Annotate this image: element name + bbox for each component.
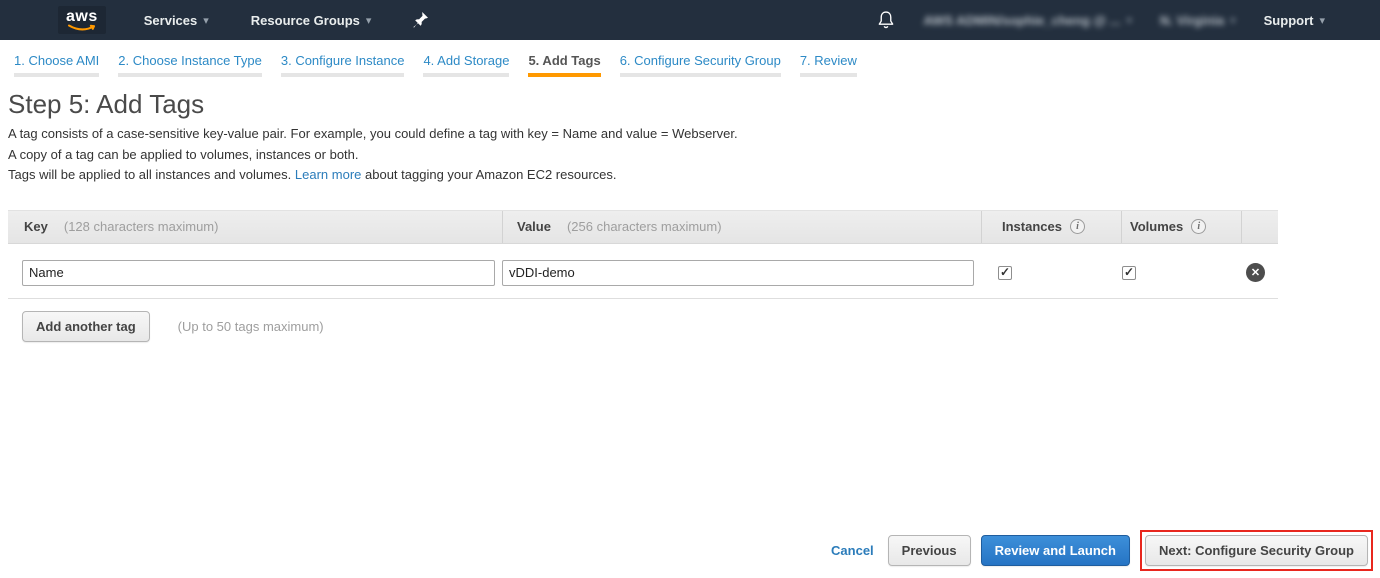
tab-review[interactable]: 7. Review [800, 53, 857, 77]
services-menu[interactable]: Services [144, 13, 209, 28]
tag-value-input[interactable] [502, 260, 974, 286]
volumes-cell [1114, 266, 1234, 280]
tab-add-storage[interactable]: 4. Add Storage [423, 53, 509, 77]
instances-column-label: Instances [1002, 219, 1062, 234]
next-configure-security-group-button[interactable]: Next: Configure Security Group [1145, 535, 1368, 566]
navbar-right: AWS ADMIN/sophie_cheng @ ... N. Virginia… [877, 10, 1325, 30]
aws-logo[interactable]: aws [58, 6, 106, 34]
header-instances-column: Instances [981, 211, 1121, 243]
bell-icon [877, 10, 895, 30]
cancel-link[interactable]: Cancel [831, 543, 874, 558]
support-menu-label: Support [1264, 13, 1314, 28]
aws-smile-icon [67, 24, 97, 32]
main-content: Step 5: Add Tags A tag consists of a cas… [0, 77, 1380, 342]
instances-cell [974, 266, 1114, 280]
region-menu-label: N. Virginia [1160, 13, 1224, 28]
wizard-footer: Cancel Previous Review and Launch Next: … [831, 530, 1373, 571]
support-menu[interactable]: Support [1264, 13, 1325, 28]
pin-shortcut-button[interactable] [413, 12, 428, 28]
header-key-column: Key (128 characters maximum) [8, 211, 502, 243]
account-menu[interactable]: AWS ADMIN/sophie_cheng @ ... [923, 13, 1132, 28]
tab-configure-security-group[interactable]: 6. Configure Security Group [620, 53, 781, 77]
review-and-launch-button[interactable]: Review and Launch [981, 535, 1130, 566]
services-menu-label: Services [144, 13, 198, 28]
pushpin-icon [413, 12, 428, 28]
volumes-checkbox[interactable] [1122, 266, 1136, 280]
tab-choose-instance-type[interactable]: 2. Choose Instance Type [118, 53, 262, 77]
description-line-3-suffix: about tagging your Amazon EC2 resources. [365, 167, 616, 182]
tag-row [8, 244, 1278, 299]
add-another-tag-button[interactable]: Add another tag [22, 311, 150, 342]
key-column-label: Key [24, 219, 48, 234]
resource-groups-menu-label: Resource Groups [251, 13, 360, 28]
header-value-column: Value (256 characters maximum) [502, 211, 981, 243]
learn-more-link[interactable]: Learn more [295, 167, 361, 182]
previous-button[interactable]: Previous [888, 535, 971, 566]
aws-logo-text: aws [66, 10, 98, 24]
wizard-step-tabs: 1. Choose AMI 2. Choose Instance Type 3.… [0, 40, 1380, 77]
tags-table: Key (128 characters maximum) Value (256 … [8, 210, 1278, 299]
header-action-column [1241, 211, 1278, 243]
resource-groups-menu[interactable]: Resource Groups [251, 13, 372, 28]
volumes-info-icon[interactable] [1191, 219, 1206, 234]
value-column-label: Value [517, 219, 551, 234]
tab-choose-ami[interactable]: 1. Choose AMI [14, 53, 99, 77]
notifications-button[interactable] [877, 10, 895, 30]
description-line-3-prefix: Tags will be applied to all instances an… [8, 167, 291, 182]
tab-add-tags[interactable]: 5. Add Tags [528, 53, 600, 77]
page-title: Step 5: Add Tags [8, 89, 1380, 119]
instances-checkbox[interactable] [998, 266, 1012, 280]
description-line-2: A copy of a tag can be applied to volume… [8, 145, 1380, 166]
action-cell [1234, 263, 1271, 282]
value-column-hint: (256 characters maximum) [567, 219, 722, 234]
account-menu-label: AWS ADMIN/sophie_cheng @ ... [923, 13, 1120, 28]
description-line-3: Tags will be applied to all instances an… [8, 165, 1380, 186]
region-menu[interactable]: N. Virginia [1160, 13, 1236, 28]
add-tag-hint: (Up to 50 tags maximum) [178, 319, 324, 334]
tags-table-header: Key (128 characters maximum) Value (256 … [8, 210, 1278, 244]
add-tag-row: Add another tag (Up to 50 tags maximum) [22, 311, 1380, 342]
description-line-1: A tag consists of a case-sensitive key-v… [8, 124, 1380, 145]
instances-info-icon[interactable] [1070, 219, 1085, 234]
red-annotation-highlight: Next: Configure Security Group [1140, 530, 1373, 571]
tab-configure-instance[interactable]: 3. Configure Instance [281, 53, 405, 77]
header-volumes-column: Volumes [1121, 211, 1241, 243]
top-navbar: aws Services Resource Groups AWS ADMIN/s… [0, 0, 1380, 40]
delete-tag-button[interactable] [1246, 263, 1265, 282]
key-column-hint: (128 characters maximum) [64, 219, 219, 234]
tag-key-input[interactable] [22, 260, 495, 286]
volumes-column-label: Volumes [1130, 219, 1183, 234]
